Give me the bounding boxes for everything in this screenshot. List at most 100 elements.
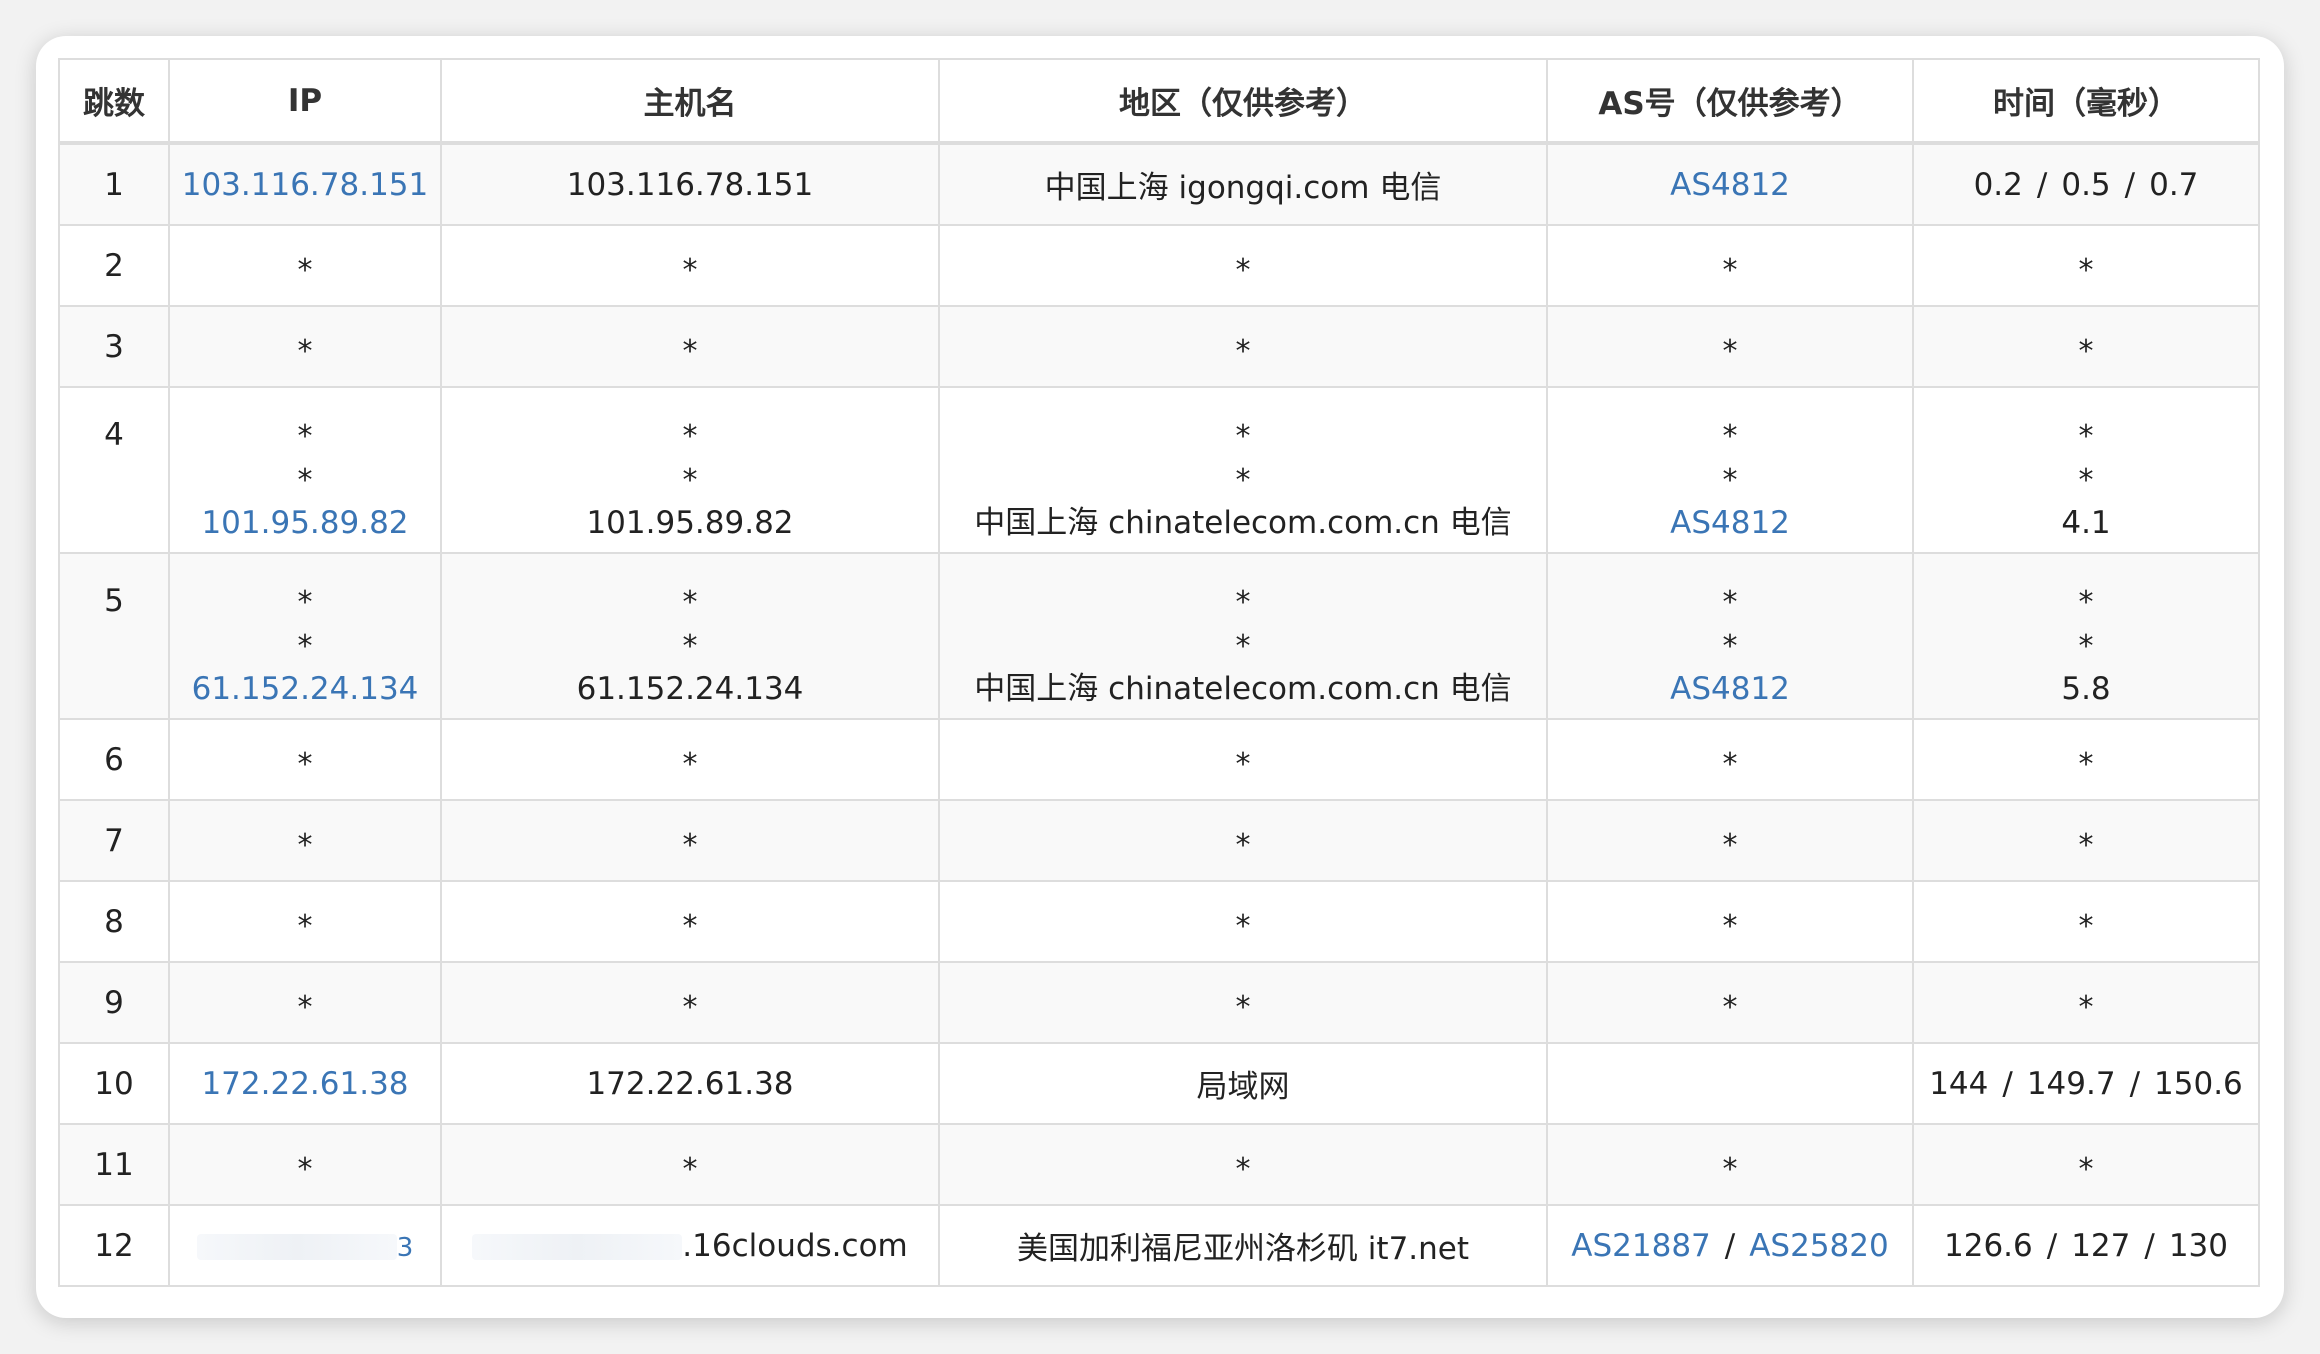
hop-cell: 2	[58, 224, 170, 307]
timeout-star: *	[682, 1151, 698, 1187]
hostname-text: 172.22.61.38	[586, 1065, 794, 1102]
timeout-star: *	[1722, 333, 1738, 369]
time-cell: *	[1912, 961, 2260, 1044]
as-link[interactable]: AS4812	[1670, 505, 1790, 541]
timeout-star: *	[1235, 585, 1251, 620]
timeout-star: *	[1235, 989, 1251, 1025]
ip-link[interactable]: 61.152.24.134	[192, 671, 419, 707]
as-cell: AS21887 / AS25820	[1546, 1204, 1914, 1287]
region-cell: *	[938, 224, 1548, 307]
table-row: 6 * * * * *	[58, 718, 2260, 801]
time-value: 149.7	[2026, 1065, 2116, 1102]
as-cell: *	[1546, 305, 1914, 388]
redacted-hostname	[472, 1234, 683, 1260]
timeout-star: *	[1722, 252, 1738, 288]
region-cell: *	[938, 961, 1548, 1044]
ip-cell: *	[168, 305, 442, 388]
timeout-star: *	[1722, 1151, 1738, 1187]
ip-link[interactable]: 172.22.61.38	[201, 1066, 408, 1102]
as-link[interactable]: AS21887	[1571, 1228, 1711, 1264]
time-cell: 0.2 / 0.5 / 0.7	[1912, 142, 2260, 226]
timeout-star: *	[2078, 1151, 2094, 1187]
header-time: 时间（毫秒）	[1912, 58, 2260, 145]
timeout-star: *	[1722, 827, 1738, 863]
hop-number: 2	[104, 247, 124, 284]
ip-line: 101.95.89.82	[171, 498, 439, 544]
host-cell: *	[440, 1123, 940, 1206]
timeout-star: *	[1235, 463, 1251, 498]
table-row: 9 * * * * *	[58, 961, 2260, 1044]
region-cell: *	[938, 718, 1548, 801]
hop-cell: 5	[58, 552, 170, 720]
as-link[interactable]: AS4812	[1670, 167, 1790, 203]
time-value: 5.8	[2061, 671, 2111, 707]
host-line: *	[443, 454, 937, 498]
timeout-star: *	[2078, 419, 2094, 454]
ip-cell: *	[168, 1123, 442, 1206]
region-text: 局域网	[1196, 1069, 1290, 1105]
time-value: 0.7	[2149, 166, 2199, 203]
region-line: *	[941, 620, 1545, 664]
hostname-text: 103.116.78.151	[566, 166, 814, 203]
region-line: 中国上海 chinatelecom.com.cn 电信	[941, 498, 1545, 544]
as-cell: AS4812	[1546, 142, 1914, 226]
separator: /	[2129, 1065, 2141, 1102]
ip-link[interactable]: 103.116.78.151	[182, 167, 429, 203]
as-cell: *	[1546, 718, 1914, 801]
table-row: 5 * * 61.152.24.134 * * 61.152.24.134 * * 中国上海 ch…	[58, 552, 2260, 720]
time-value: 4.1	[2061, 505, 2111, 541]
timeout-star: *	[1722, 908, 1738, 944]
timeout-star: *	[2078, 333, 2094, 369]
timeout-star: *	[682, 419, 698, 454]
time-line: 4.1	[1915, 498, 2257, 544]
table-row: 3 * * * * *	[58, 305, 2260, 388]
timeout-star: *	[1722, 989, 1738, 1025]
host-line: 61.152.24.134	[443, 664, 937, 710]
ip-link[interactable]: 3	[397, 1233, 414, 1263]
time-cell: *	[1912, 718, 2260, 801]
timeout-star: *	[297, 827, 313, 863]
host-cell: *	[440, 224, 940, 307]
separator: /	[2036, 166, 2048, 203]
timeout-star: *	[682, 252, 698, 288]
as-line: *	[1549, 576, 1911, 620]
region-cell: *	[938, 799, 1548, 882]
hop-cell: 9	[58, 961, 170, 1044]
timeout-star: *	[682, 989, 698, 1025]
as-cell: *	[1546, 224, 1914, 307]
as-cell: *	[1546, 1123, 1914, 1206]
hop-cell: 11	[58, 1123, 170, 1206]
host-cell: *	[440, 305, 940, 388]
region-cell: * * 中国上海 chinatelecom.com.cn 电信	[938, 386, 1548, 554]
ip-link[interactable]: 101.95.89.82	[201, 505, 408, 541]
table-row: 12 3 .16clouds.com 美国加利福尼亚州洛杉矶 it7.net AS218…	[58, 1204, 2260, 1287]
timeout-star: *	[682, 908, 698, 944]
timeout-star: *	[2078, 989, 2094, 1025]
header-hostname: 主机名	[440, 58, 940, 145]
time-value: 144	[1929, 1065, 1989, 1102]
as-cell	[1546, 1042, 1914, 1125]
hop-number: 9	[104, 984, 124, 1021]
timeout-star: *	[1722, 419, 1738, 454]
timeout-star: *	[1235, 252, 1251, 288]
time-cell: * * 5.8	[1912, 552, 2260, 720]
header-as: AS号（仅供参考）	[1546, 58, 1914, 145]
hostname-text: 61.152.24.134	[576, 671, 804, 707]
as-line: AS4812	[1549, 498, 1911, 544]
time-cell: *	[1912, 880, 2260, 963]
as-cell: * * AS4812	[1546, 552, 1914, 720]
hop-number: 1	[104, 166, 124, 203]
region-text: 中国上海 chinatelecom.com.cn 电信	[974, 505, 1512, 541]
host-cell: *	[440, 718, 940, 801]
ip-line: *	[171, 620, 439, 664]
ip-line: *	[171, 454, 439, 498]
region-text: 中国上海 igongqi.com 电信	[1044, 170, 1442, 206]
as-link[interactable]: AS4812	[1670, 671, 1790, 707]
host-line: *	[443, 410, 937, 454]
timeout-star: *	[297, 1151, 313, 1187]
region-text: 中国上海 chinatelecom.com.cn 电信	[974, 671, 1512, 707]
as-line: *	[1549, 454, 1911, 498]
region-line: *	[941, 454, 1545, 498]
timeout-star: *	[682, 333, 698, 369]
as-link[interactable]: AS25820	[1749, 1228, 1889, 1264]
